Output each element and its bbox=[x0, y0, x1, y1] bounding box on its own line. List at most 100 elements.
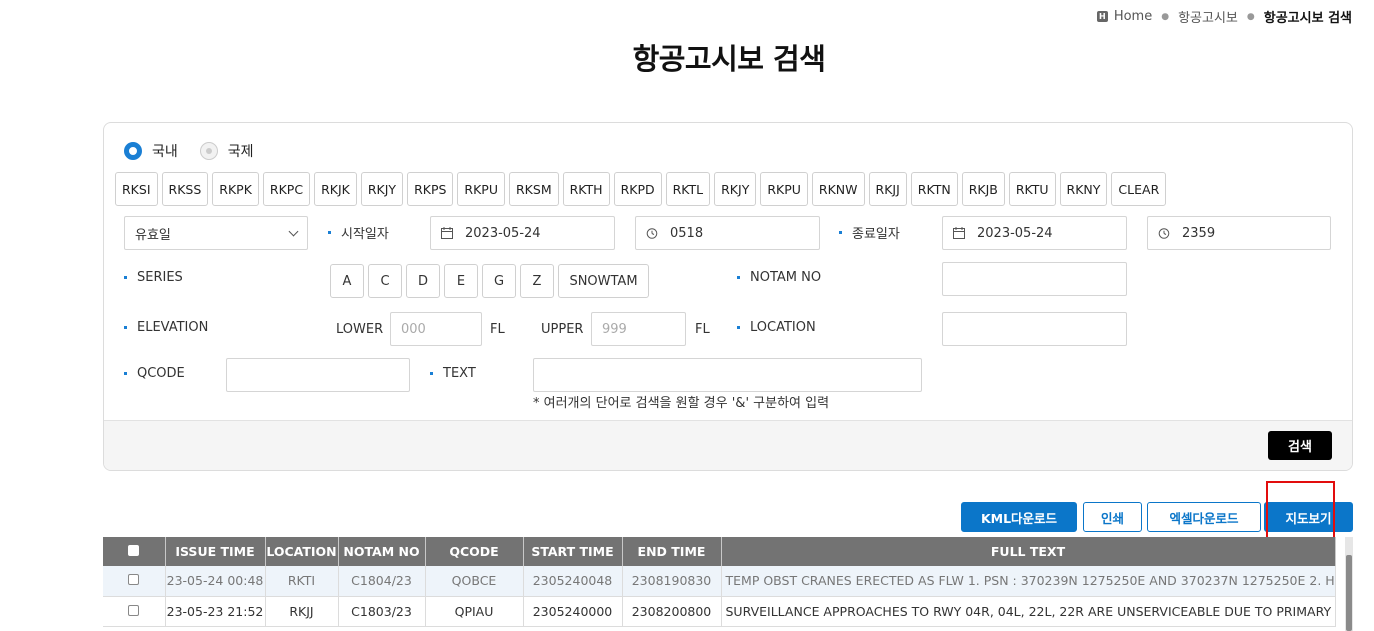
end-time-field[interactable]: 2359 bbox=[1147, 216, 1331, 250]
date-type-value: 유효일 bbox=[135, 227, 171, 243]
home-icon[interactable]: H bbox=[1096, 11, 1108, 22]
radio-international-label: 국제 bbox=[227, 144, 254, 160]
upper-placeholder: 999 bbox=[602, 321, 627, 337]
airport-button-rkpu[interactable]: RKPU bbox=[457, 172, 505, 206]
table-row[interactable]: 23-05-24 00:48 RKTI C1804/23 QOBCE 23052… bbox=[103, 566, 1336, 597]
radio-domestic-label: 국내 bbox=[152, 144, 178, 160]
airport-button-rktl[interactable]: RKTL bbox=[665, 172, 711, 206]
clear-button[interactable]: CLEAR bbox=[1111, 172, 1167, 206]
start-time-field[interactable]: 0518 bbox=[635, 216, 820, 250]
series-button-c[interactable]: C bbox=[368, 264, 402, 298]
chevron-down-icon bbox=[288, 226, 299, 236]
airport-button-rktu[interactable]: RKTU bbox=[1008, 172, 1056, 206]
airport-button-rkpk[interactable]: RKPK bbox=[212, 172, 259, 206]
start-date-field[interactable]: 2023-05-24 bbox=[430, 216, 615, 250]
table-scrollbar[interactable] bbox=[1345, 537, 1353, 631]
location-input[interactable] bbox=[942, 312, 1127, 346]
header-full-text[interactable]: FULL TEXT bbox=[721, 537, 1336, 566]
airport-button-rksi[interactable]: RKSI bbox=[115, 172, 158, 206]
airport-button-rkny[interactable]: RKNY bbox=[1059, 172, 1108, 206]
checkbox-icon[interactable] bbox=[128, 604, 140, 616]
kml-download-button[interactable]: KML다운로드 bbox=[961, 502, 1077, 532]
cell-notam-no: C1804/23 bbox=[338, 566, 426, 597]
lower-placeholder: 000 bbox=[401, 321, 426, 337]
date-type-select[interactable]: 유효일 bbox=[124, 216, 308, 250]
airport-button-rksm[interactable]: RKSM bbox=[509, 172, 559, 206]
radio-domestic[interactable]: 국내 bbox=[124, 141, 178, 161]
end-date-field[interactable]: 2023-05-24 bbox=[942, 216, 1127, 250]
cell-notam-no: C1803/23 bbox=[338, 596, 426, 627]
end-time-value: 2359 bbox=[1182, 225, 1216, 241]
airport-button-rkjk[interactable]: RKJK bbox=[314, 172, 357, 206]
airport-button-rkss[interactable]: RKSS bbox=[161, 172, 209, 206]
airport-button-rkpc[interactable]: RKPC bbox=[262, 172, 311, 206]
header-end-time[interactable]: END TIME bbox=[622, 537, 722, 566]
series-button-snowtam[interactable]: SNOWTAM bbox=[558, 264, 649, 298]
print-button[interactable]: 인쇄 bbox=[1083, 502, 1142, 532]
search-button[interactable]: 검색 bbox=[1268, 431, 1332, 460]
table-row[interactable]: 23-05-23 21:52 RKJJ C1803/23 QPIAU 23052… bbox=[103, 596, 1336, 627]
series-button-a[interactable]: A bbox=[330, 264, 364, 298]
notam-no-label: NOTAM NO bbox=[737, 270, 821, 285]
header-qcode[interactable]: QCODE bbox=[425, 537, 524, 566]
end-date-value: 2023-05-24 bbox=[977, 225, 1053, 241]
cell-end-time: 2308200800 bbox=[622, 596, 722, 627]
header-issue-time[interactable]: ISSUE TIME bbox=[165, 537, 266, 566]
series-button-d[interactable]: D bbox=[406, 264, 440, 298]
cell-end-time: 2308190830 bbox=[622, 566, 722, 597]
breadcrumb-section[interactable]: 항공고시보 bbox=[1178, 7, 1238, 26]
scrollbar-thumb[interactable] bbox=[1346, 555, 1352, 631]
breadcrumb: H Home ● 항공고시보 ● 항공고시보 검색 bbox=[1096, 7, 1352, 26]
text-input[interactable] bbox=[533, 358, 922, 392]
cell-issue-time: 23-05-24 00:48 bbox=[165, 566, 266, 597]
location-label: LOCATION bbox=[737, 320, 816, 335]
radio-unchecked-icon[interactable] bbox=[199, 142, 218, 160]
text-label: TEXT bbox=[430, 366, 476, 381]
excel-download-button[interactable]: 엑셀다운로드 bbox=[1147, 502, 1261, 532]
airport-button-rkjb[interactable]: RKJB bbox=[961, 172, 1005, 206]
airport-button-rkjy-2[interactable]: RKJY bbox=[714, 172, 757, 206]
elevation-label: ELEVATION bbox=[124, 320, 208, 335]
series-button-z[interactable]: Z bbox=[520, 264, 554, 298]
lower-elevation-input[interactable]: 000 bbox=[390, 312, 482, 346]
text-hint: * 여러개의 단어로 검색을 원할 경우 '&' 구분하여 입력 bbox=[533, 396, 830, 411]
cell-qcode: QOBCE bbox=[425, 566, 524, 597]
airport-button-rknw[interactable]: RKNW bbox=[811, 172, 865, 206]
breadcrumb-current: 항공고시보 검색 bbox=[1263, 11, 1352, 26]
series-button-g[interactable]: G bbox=[482, 264, 516, 298]
clock-icon bbox=[1158, 228, 1170, 239]
row-checkbox[interactable] bbox=[103, 596, 166, 627]
row-checkbox[interactable] bbox=[103, 566, 166, 597]
airport-button-rkpu-2[interactable]: RKPU bbox=[760, 172, 808, 206]
airport-button-rkjj[interactable]: RKJJ bbox=[868, 172, 907, 206]
header-start-time[interactable]: START TIME bbox=[523, 537, 623, 566]
select-all-checkbox[interactable] bbox=[103, 537, 166, 566]
breadcrumb-home[interactable]: Home bbox=[1114, 9, 1152, 24]
airport-button-rkth[interactable]: RKTH bbox=[562, 172, 610, 206]
airport-button-rkpd[interactable]: RKPD bbox=[613, 172, 662, 206]
airport-button-rktn[interactable]: RKTN bbox=[910, 172, 958, 206]
radio-international[interactable]: 국제 bbox=[199, 141, 254, 161]
clock-icon bbox=[646, 228, 658, 239]
upper-elevation-input[interactable]: 999 bbox=[591, 312, 686, 346]
qcode-input[interactable] bbox=[226, 358, 410, 392]
header-notam-no[interactable]: NOTAM NO bbox=[338, 537, 426, 566]
series-button-e[interactable]: E bbox=[444, 264, 478, 298]
checkbox-icon[interactable] bbox=[128, 574, 140, 586]
airport-button-rkps[interactable]: RKPS bbox=[407, 172, 454, 206]
radio-checked-icon[interactable] bbox=[124, 142, 142, 160]
header-location[interactable]: LOCATION bbox=[265, 537, 339, 566]
cell-location: RKTI bbox=[265, 566, 339, 597]
search-panel: 국내 국제 RKSI RKSS RKPK RKPC RKJK RKJY RKPS… bbox=[103, 122, 1353, 471]
start-date-label: 시작일자 bbox=[328, 223, 389, 242]
breadcrumb-separator-icon: ● bbox=[1161, 11, 1170, 22]
cell-start-time: 2305240000 bbox=[523, 596, 623, 627]
calendar-icon[interactable] bbox=[953, 227, 965, 239]
notam-no-input[interactable] bbox=[942, 262, 1127, 296]
checkbox-icon[interactable] bbox=[128, 545, 140, 556]
calendar-icon[interactable] bbox=[441, 227, 453, 239]
airport-button-rkjy[interactable]: RKJY bbox=[360, 172, 404, 206]
page-title: 항공고시보 검색 bbox=[632, 42, 826, 76]
cell-issue-time: 23-05-23 21:52 bbox=[165, 596, 266, 627]
upper-unit: FL bbox=[695, 322, 710, 337]
